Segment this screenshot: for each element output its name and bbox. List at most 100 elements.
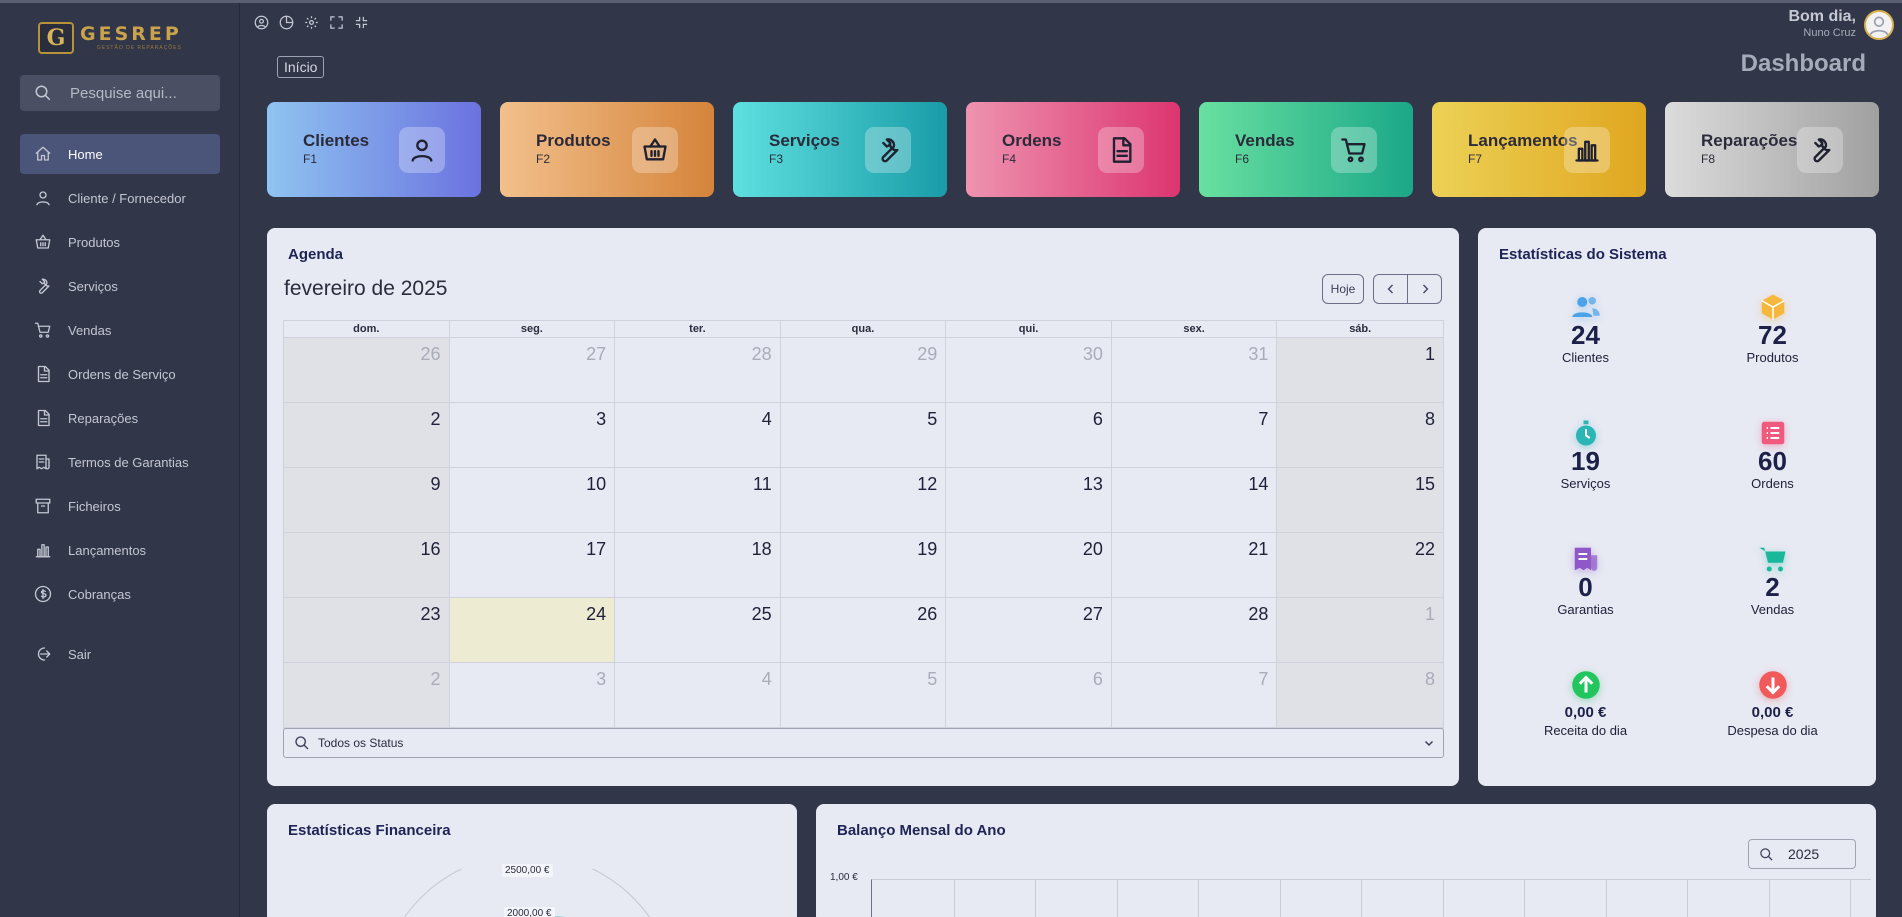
calendar-day[interactable]: 25 <box>615 598 781 663</box>
calendar-day[interactable]: 8 <box>1277 403 1443 468</box>
sidebar-item-vendas[interactable]: Vendas <box>20 310 220 350</box>
breadcrumb[interactable]: Início <box>277 56 325 78</box>
avatar[interactable] <box>1864 10 1894 40</box>
calendar-day[interactable]: 3 <box>449 403 616 468</box>
sidebar-item-produtos[interactable]: Produtos <box>20 222 220 262</box>
sidebar-item-label: Ficheiros <box>68 498 121 514</box>
calendar-day[interactable]: 6 <box>946 403 1112 468</box>
sidebar-item-cliente-fornecedor[interactable]: Cliente / Fornecedor <box>20 178 220 218</box>
calendar-day[interactable]: 15 <box>1277 468 1443 533</box>
status-filter-select[interactable]: Todos os Status <box>283 728 1444 758</box>
stat-label: Ordens <box>1751 476 1794 491</box>
archive-icon <box>34 497 52 515</box>
calendar-day[interactable]: 14 <box>1111 468 1278 533</box>
sidebar-item-label: Serviços <box>68 278 118 294</box>
calendar-day[interactable]: 19 <box>780 533 947 598</box>
prev-month-button[interactable] <box>1373 274 1408 304</box>
sidebar-item-servi-os[interactable]: Serviços <box>20 266 220 306</box>
logout-button[interactable]: Sair <box>20 634 220 674</box>
sidebar-item-ficheiros[interactable]: Ficheiros <box>20 486 220 526</box>
calendar-day[interactable]: 4 <box>615 403 781 468</box>
stat-label: Garantias <box>1557 602 1614 617</box>
calendar-day[interactable]: 1 <box>1277 338 1443 403</box>
calendar-day[interactable]: 4 <box>615 663 781 728</box>
calendar-day[interactable]: 13 <box>946 468 1112 533</box>
chevron-down-icon <box>1424 740 1434 747</box>
calendar-day[interactable]: 29 <box>780 338 947 403</box>
weekday-header: qui. <box>946 321 1112 337</box>
logo[interactable]: G GESREP GESTÃO DE REPARAÇÕES <box>38 21 202 55</box>
next-month-button[interactable] <box>1407 274 1442 304</box>
year-select[interactable]: 2025 <box>1748 839 1856 869</box>
grid-line <box>953 880 955 917</box>
calendar-day[interactable]: 2 <box>284 663 450 728</box>
calendar-day-today[interactable]: 24 <box>449 598 616 663</box>
stat-ordens: 60 Ordens <box>1679 404 1866 530</box>
shortcut-card-4[interactable]: Ordens F4 <box>966 102 1180 197</box>
calendar-day[interactable]: 5 <box>780 663 947 728</box>
search-input[interactable] <box>70 84 200 102</box>
calendar-day[interactable]: 26 <box>284 338 450 403</box>
sidebar-item-cobran-as[interactable]: Cobranças <box>20 574 220 614</box>
calendar-day[interactable]: 28 <box>1111 598 1278 663</box>
calendar-day[interactable]: 2 <box>284 403 450 468</box>
basket-icon <box>34 233 52 251</box>
fullscreen-icon[interactable] <box>329 15 344 30</box>
calendar-day[interactable]: 11 <box>615 468 781 533</box>
basket-icon <box>632 127 678 173</box>
calendar-day[interactable]: 5 <box>780 403 947 468</box>
financial-title: Estatísticas Financeira <box>288 822 451 839</box>
calendar-day[interactable]: 22 <box>1277 533 1443 598</box>
calendar-day[interactable]: 3 <box>449 663 616 728</box>
shortcut-card-2[interactable]: Produtos F2 <box>500 102 714 197</box>
shortcut-card-6[interactable]: Lançamentos F7 <box>1432 102 1646 197</box>
calendar-day[interactable]: 6 <box>946 663 1112 728</box>
calendar-day[interactable]: 27 <box>946 598 1112 663</box>
gear-icon[interactable] <box>304 15 319 30</box>
calendar-day[interactable]: 12 <box>780 468 947 533</box>
shortcut-card-5[interactable]: Vendas F6 <box>1199 102 1413 197</box>
calendar-day[interactable]: 7 <box>1111 663 1278 728</box>
calendar-day[interactable]: 28 <box>615 338 781 403</box>
sidebar-item-termos-de-garantias[interactable]: Termos de Garantias <box>20 442 220 482</box>
stat-label: Clientes <box>1562 350 1609 365</box>
calendar-day[interactable]: 26 <box>780 598 947 663</box>
user-circle-icon[interactable] <box>254 15 269 30</box>
card-label: Produtos <box>536 131 611 150</box>
y-axis-tick: 1,00 € <box>830 872 858 883</box>
shortcut-card-3[interactable]: Serviços F3 <box>733 102 947 197</box>
calendar-day[interactable]: 8 <box>1277 663 1443 728</box>
calendar-day[interactable]: 18 <box>615 533 781 598</box>
arrow-down-icon <box>1758 670 1788 700</box>
calendar-day[interactable]: 23 <box>284 598 450 663</box>
calendar-day[interactable]: 31 <box>1111 338 1278 403</box>
sidebar-item-label: Lançamentos <box>68 542 147 558</box>
calendar-day[interactable]: 21 <box>1111 533 1278 598</box>
chart-icon <box>34 541 52 559</box>
card-label: Ordens <box>1002 131 1062 150</box>
calendar-day[interactable]: 30 <box>946 338 1112 403</box>
sidebar-item-home[interactable]: Home <box>20 134 220 174</box>
exit-fullscreen-icon[interactable] <box>354 15 369 30</box>
calendar-day[interactable]: 20 <box>946 533 1112 598</box>
home-icon <box>34 145 52 163</box>
shortcut-cards: Clientes F1 Produtos F2 Serviços F3 Ordens F4 Ve… <box>267 102 1879 197</box>
pie-chart-icon[interactable] <box>279 15 294 30</box>
shortcut-card-1[interactable]: Clientes F1 <box>267 102 481 197</box>
sidebar-item-lan-amentos[interactable]: Lançamentos <box>20 530 220 570</box>
calendar-day[interactable]: 17 <box>449 533 616 598</box>
grid-line <box>1279 880 1281 917</box>
search-icon <box>35 85 51 101</box>
calendar-day[interactable]: 1 <box>1277 598 1443 663</box>
card-label: Vendas <box>1235 131 1295 150</box>
pie-label-2500: 2500,00 € <box>502 864 553 877</box>
calendar-day[interactable]: 27 <box>449 338 616 403</box>
calendar-day[interactable]: 7 <box>1111 403 1278 468</box>
shortcut-card-7[interactable]: Reparações F8 <box>1665 102 1879 197</box>
sidebar-item-ordens-de-servi-o[interactable]: Ordens de Serviço <box>20 354 220 394</box>
sidebar-item-repara-es[interactable]: Reparações <box>20 398 220 438</box>
calendar-day[interactable]: 10 <box>449 468 616 533</box>
calendar-day[interactable]: 16 <box>284 533 450 598</box>
today-button[interactable]: Hoje <box>1322 274 1364 304</box>
calendar-day[interactable]: 9 <box>284 468 450 533</box>
